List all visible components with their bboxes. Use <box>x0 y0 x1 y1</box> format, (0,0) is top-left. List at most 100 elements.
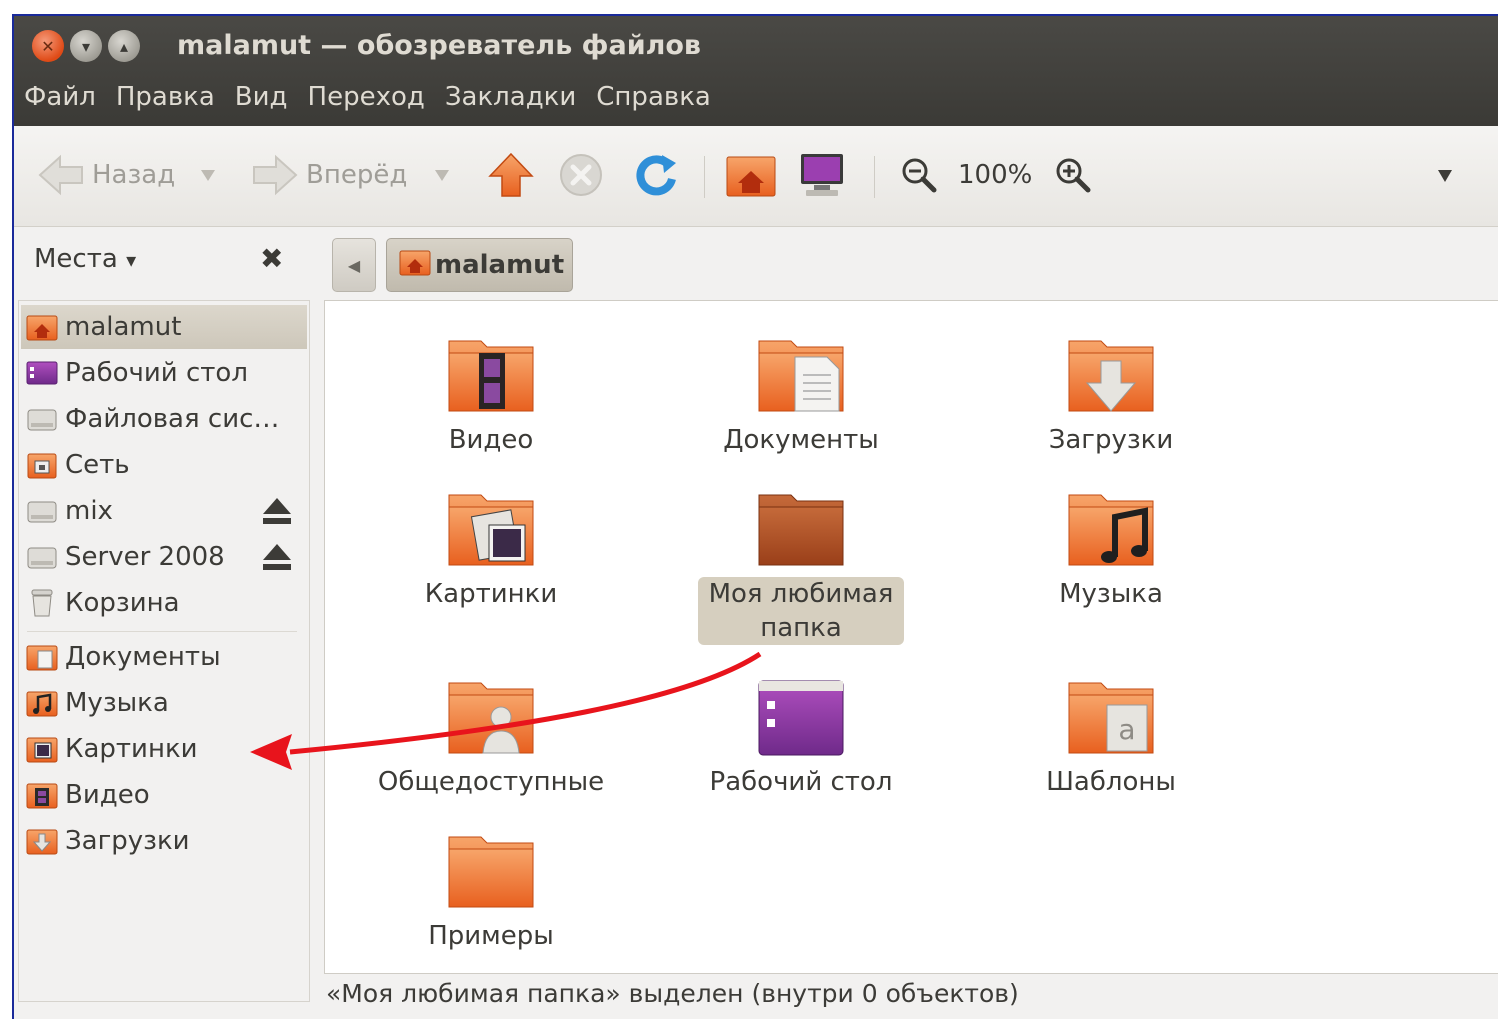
zoom-level: 100% <box>958 160 1033 190</box>
downloads-folder-icon <box>25 826 59 856</box>
back-history-dropdown[interactable] <box>200 152 216 198</box>
folder-icon <box>758 494 844 566</box>
menu-help[interactable]: Справка <box>596 78 711 116</box>
status-bar: «Моя любимая папка» выделен (внутри 0 об… <box>326 979 1019 1008</box>
sidebar-item-home[interactable]: malamut <box>21 305 307 349</box>
video-folder-icon <box>448 340 534 412</box>
back-label: Назад <box>92 160 176 190</box>
toolbar-overflow-button[interactable] <box>1436 152 1454 198</box>
documents-folder-icon <box>758 340 844 412</box>
stop-icon <box>558 152 604 198</box>
sidebar-item-downloads[interactable]: Загрузки <box>21 819 307 863</box>
menu-edit[interactable]: Правка <box>116 78 215 116</box>
menu-file[interactable]: Файл <box>24 78 96 116</box>
chevron-left-icon: ◀ <box>347 255 361 275</box>
zoom-in-button[interactable] <box>1054 152 1092 198</box>
window-title: malamut — обозреватель файлов <box>177 30 702 61</box>
network-icon <box>25 450 59 480</box>
public-folder-icon <box>448 682 534 754</box>
window-maximize-button[interactable]: ▴ <box>108 30 140 62</box>
documents-folder-icon <box>25 642 59 672</box>
pictures-folder-icon <box>448 494 534 566</box>
desktop-icon <box>25 358 59 388</box>
sidebar-item-label: Корзина <box>65 588 180 618</box>
up-arrow-icon <box>488 152 534 198</box>
window-minimize-button[interactable]: ▾ <box>70 30 102 62</box>
file-item-desktop[interactable]: Рабочий стол <box>681 675 921 799</box>
file-item-my-favorite-folder[interactable]: Моя любимая папка <box>681 487 921 645</box>
computer-button[interactable] <box>798 152 846 198</box>
reload-button[interactable] <box>632 152 680 198</box>
back-arrow-icon <box>38 152 84 198</box>
stop-button[interactable] <box>558 152 604 198</box>
file-item-music[interactable]: Музыка <box>991 487 1231 611</box>
sidebar-item-pictures[interactable]: Картинки <box>21 727 307 771</box>
sidebar-item-label: Музыка <box>65 688 169 718</box>
drive-icon <box>25 496 59 526</box>
sidebar-item-documents[interactable]: Документы <box>21 635 307 679</box>
file-item-templates[interactable]: a Шаблоны <box>991 675 1231 799</box>
forward-button[interactable]: Вперёд <box>252 152 407 198</box>
menu-bookmarks[interactable]: Закладки <box>445 78 576 116</box>
video-folder-icon <box>25 780 59 810</box>
chevron-down-icon <box>1436 166 1454 184</box>
sidebar-item-videos[interactable]: Видео <box>21 773 307 817</box>
home-folder-icon <box>726 153 776 197</box>
file-item-label: Музыка <box>1059 579 1163 609</box>
forward-label: Вперёд <box>306 160 408 190</box>
file-item-label: Общедоступные <box>377 767 605 797</box>
sidebar-item-music[interactable]: Музыка <box>21 681 307 725</box>
music-folder-icon <box>1068 494 1154 566</box>
sidebar-item-label: Документы <box>65 642 221 672</box>
svg-text:a: a <box>1118 713 1135 746</box>
sidebar-item-network[interactable]: Сеть <box>21 443 307 487</box>
file-item-label: Документы <box>723 425 879 455</box>
window-close-button[interactable]: ✕ <box>32 30 64 62</box>
file-item-label: Картинки <box>424 579 558 609</box>
sidebar-item-label: Видео <box>65 780 150 810</box>
file-item-pictures[interactable]: Картинки <box>371 487 611 611</box>
places-label: Места <box>34 244 118 274</box>
zoom-out-icon <box>900 156 938 194</box>
templates-folder-icon: a <box>1068 682 1154 754</box>
drive-icon <box>25 542 59 572</box>
forward-arrow-icon <box>252 152 298 198</box>
file-manager-window: ✕ ▾ ▴ malamut — обозреватель файлов Файл… <box>12 14 1498 1019</box>
window-controls: ✕ ▾ ▴ <box>32 26 140 66</box>
chevron-down-icon <box>200 167 216 183</box>
breadcrumb-label: malamut <box>435 250 565 280</box>
sidebar-item-server-2008[interactable]: Server 2008 <box>21 535 307 579</box>
file-item-documents[interactable]: Документы <box>681 333 921 457</box>
zoom-in-icon <box>1054 156 1092 194</box>
sidebar-item-trash[interactable]: Корзина <box>21 581 307 625</box>
trash-icon <box>25 588 59 618</box>
breadcrumb-current[interactable]: malamut <box>386 238 574 292</box>
sidebar-item-label: Файловая сис… <box>65 404 280 434</box>
places-dropdown[interactable]: Места ▾ <box>34 244 136 274</box>
up-button[interactable] <box>488 152 534 198</box>
sidebar-close-icon[interactable]: ✖ <box>260 242 283 275</box>
zoom-out-button[interactable] <box>900 152 938 198</box>
chevron-down-icon: ▾ <box>126 248 137 272</box>
forward-history-dropdown[interactable] <box>434 152 450 198</box>
breadcrumb-scroll-left-button[interactable]: ◀ <box>332 238 376 292</box>
sidebar-item-mix[interactable]: mix <box>21 489 307 533</box>
file-item-examples[interactable]: Примеры <box>371 829 611 953</box>
file-item-downloads[interactable]: Загрузки <box>991 333 1231 457</box>
sidebar-item-label: Картинки <box>65 734 198 764</box>
home-button[interactable] <box>726 152 776 198</box>
sidebar-item-desktop[interactable]: Рабочий стол <box>21 351 307 395</box>
file-item-videos[interactable]: Видео <box>371 333 611 457</box>
eject-icon[interactable] <box>261 542 293 579</box>
file-item-label: Загрузки <box>1048 425 1174 455</box>
file-item-label: Шаблоны <box>1046 767 1176 797</box>
menu-go[interactable]: Переход <box>308 78 425 116</box>
computer-icon <box>798 152 846 198</box>
menu-view[interactable]: Вид <box>235 78 288 116</box>
sidebar-item-label: malamut <box>65 312 182 342</box>
back-button[interactable]: Назад <box>38 152 175 198</box>
pictures-folder-icon <box>25 734 59 764</box>
file-item-public[interactable]: Общедоступные <box>371 675 611 799</box>
sidebar-item-filesystem[interactable]: Файловая сис… <box>21 397 307 441</box>
eject-icon[interactable] <box>261 496 293 533</box>
